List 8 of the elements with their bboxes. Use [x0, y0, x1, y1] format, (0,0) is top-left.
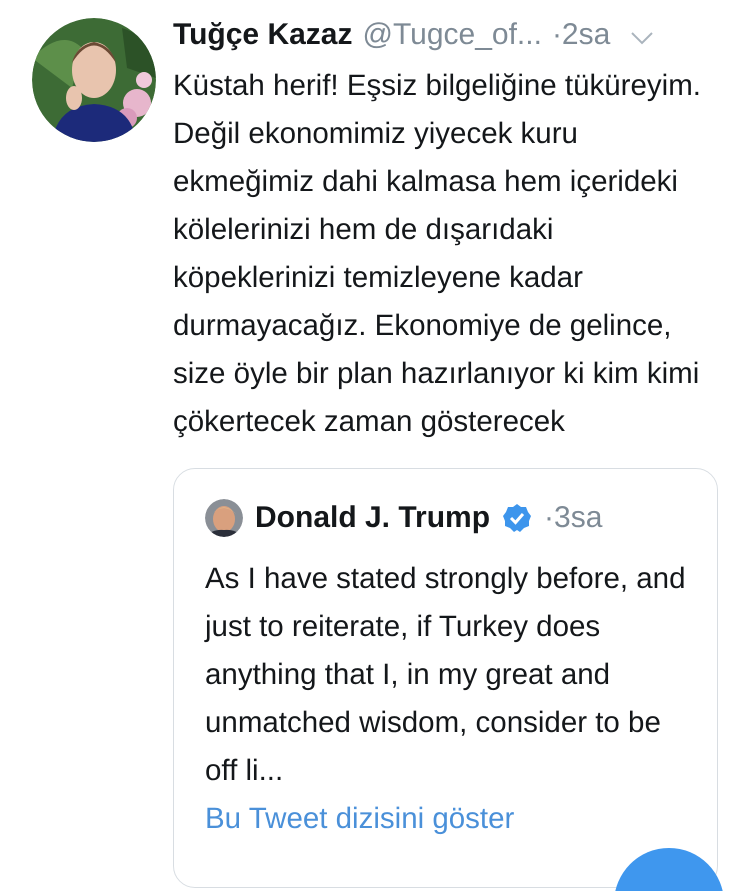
tweet-time: ·2sa: [552, 18, 610, 52]
chevron-down-icon[interactable]: [630, 31, 654, 45]
quoted-author-name: Donald J. Trump: [255, 501, 490, 535]
author-handle: @Tugce_of...: [362, 18, 542, 52]
quoted-tweet-text: As I have stated strongly before, and just to reiterate, if Turkey does anything that I, in my great and unmatched wisdom, consider to be off li...: [205, 561, 686, 789]
quoted-tweet-time: ·3sa: [544, 501, 602, 535]
tweet-text: Küstah herif! Eşsiz bilgeliğine tüküreyim. Değil ekonomimiz yiyecek kuru ekmeğimiz dahi kalmasa hem içerideki kölelerinizi hem de dışarıdaki köpeklerinizi temizleyene kadar durmayacağız. Ekonomiye de gelince, size öyle bir plan hazırlanıyor ki kim kimi çökertecek zaman gösterecek: [173, 68, 702, 440]
author-name: Tuğçe Kazaz: [173, 18, 352, 52]
